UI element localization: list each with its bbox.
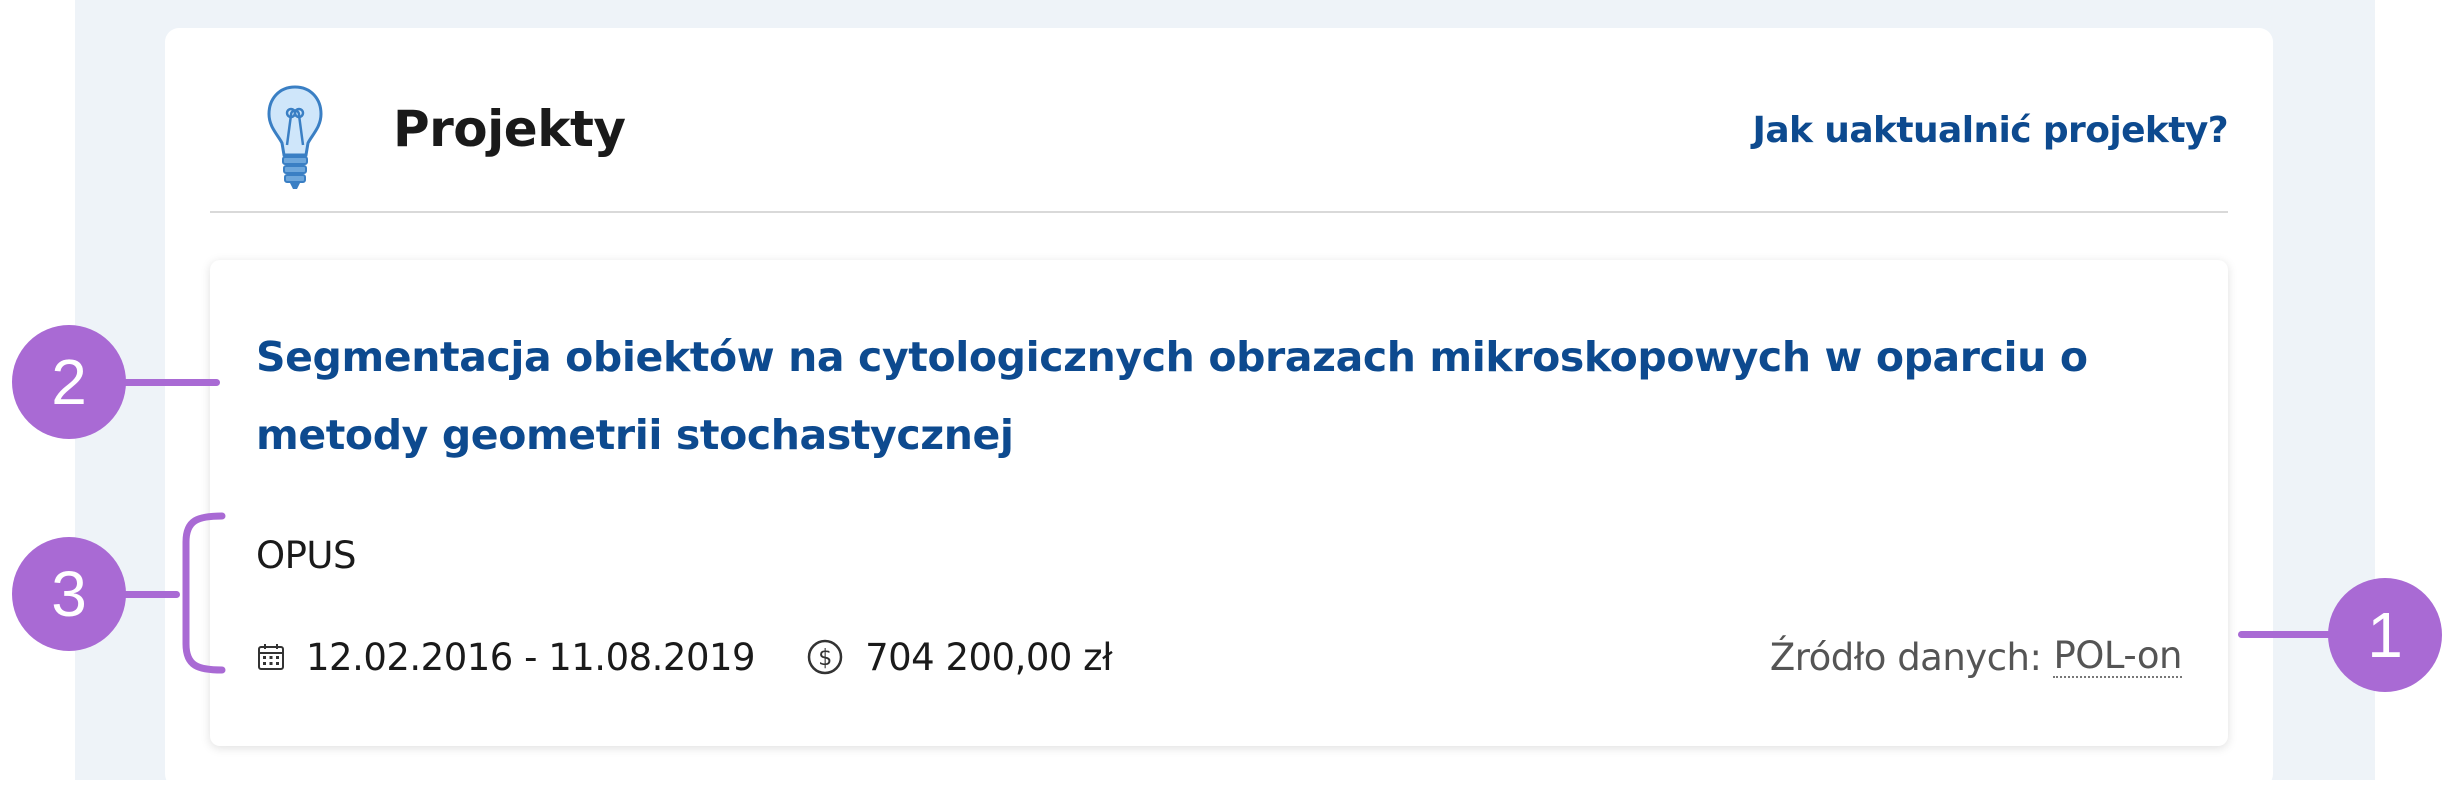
data-source-label: Źródło danych: (1769, 635, 2042, 679)
data-source-link[interactable]: POL-on (2053, 636, 2182, 678)
callout-badge-3: 3 (12, 537, 126, 651)
project-card: Segmentacja obiektów na cytologicznych o… (210, 260, 2228, 746)
project-meta: 12.02.2016 - 11.08.2019 $ 704 200,00 zł (256, 632, 1113, 682)
help-link[interactable]: Jak uaktualnić projekty? (1753, 110, 2229, 151)
panel-title: Projekty (393, 100, 626, 158)
calendar-icon (258, 644, 284, 670)
callout-line-2 (120, 379, 220, 386)
svg-text:$: $ (818, 646, 832, 671)
callout-badge-1: 1 (2328, 578, 2442, 692)
callout-line-1 (2238, 631, 2338, 638)
program-name: OPUS (256, 534, 357, 577)
project-title-link[interactable]: Segmentacja obiektów na cytologicznych o… (256, 318, 2136, 474)
panel-header: Projekty Jak uaktualnić projekty? (210, 28, 2229, 213)
dollar-icon: $ (807, 639, 843, 675)
data-source: Źródło danych: POL-on (1769, 632, 2183, 682)
projects-panel: Projekty Jak uaktualnić projekty? Segmen… (165, 28, 2273, 788)
project-amount: 704 200,00 zł (865, 635, 1113, 679)
callout-badge-2: 2 (12, 325, 126, 439)
callout-bracket-3 (182, 512, 226, 674)
lightbulb-icon (267, 85, 323, 189)
project-dates: 12.02.2016 - 11.08.2019 (306, 635, 756, 679)
